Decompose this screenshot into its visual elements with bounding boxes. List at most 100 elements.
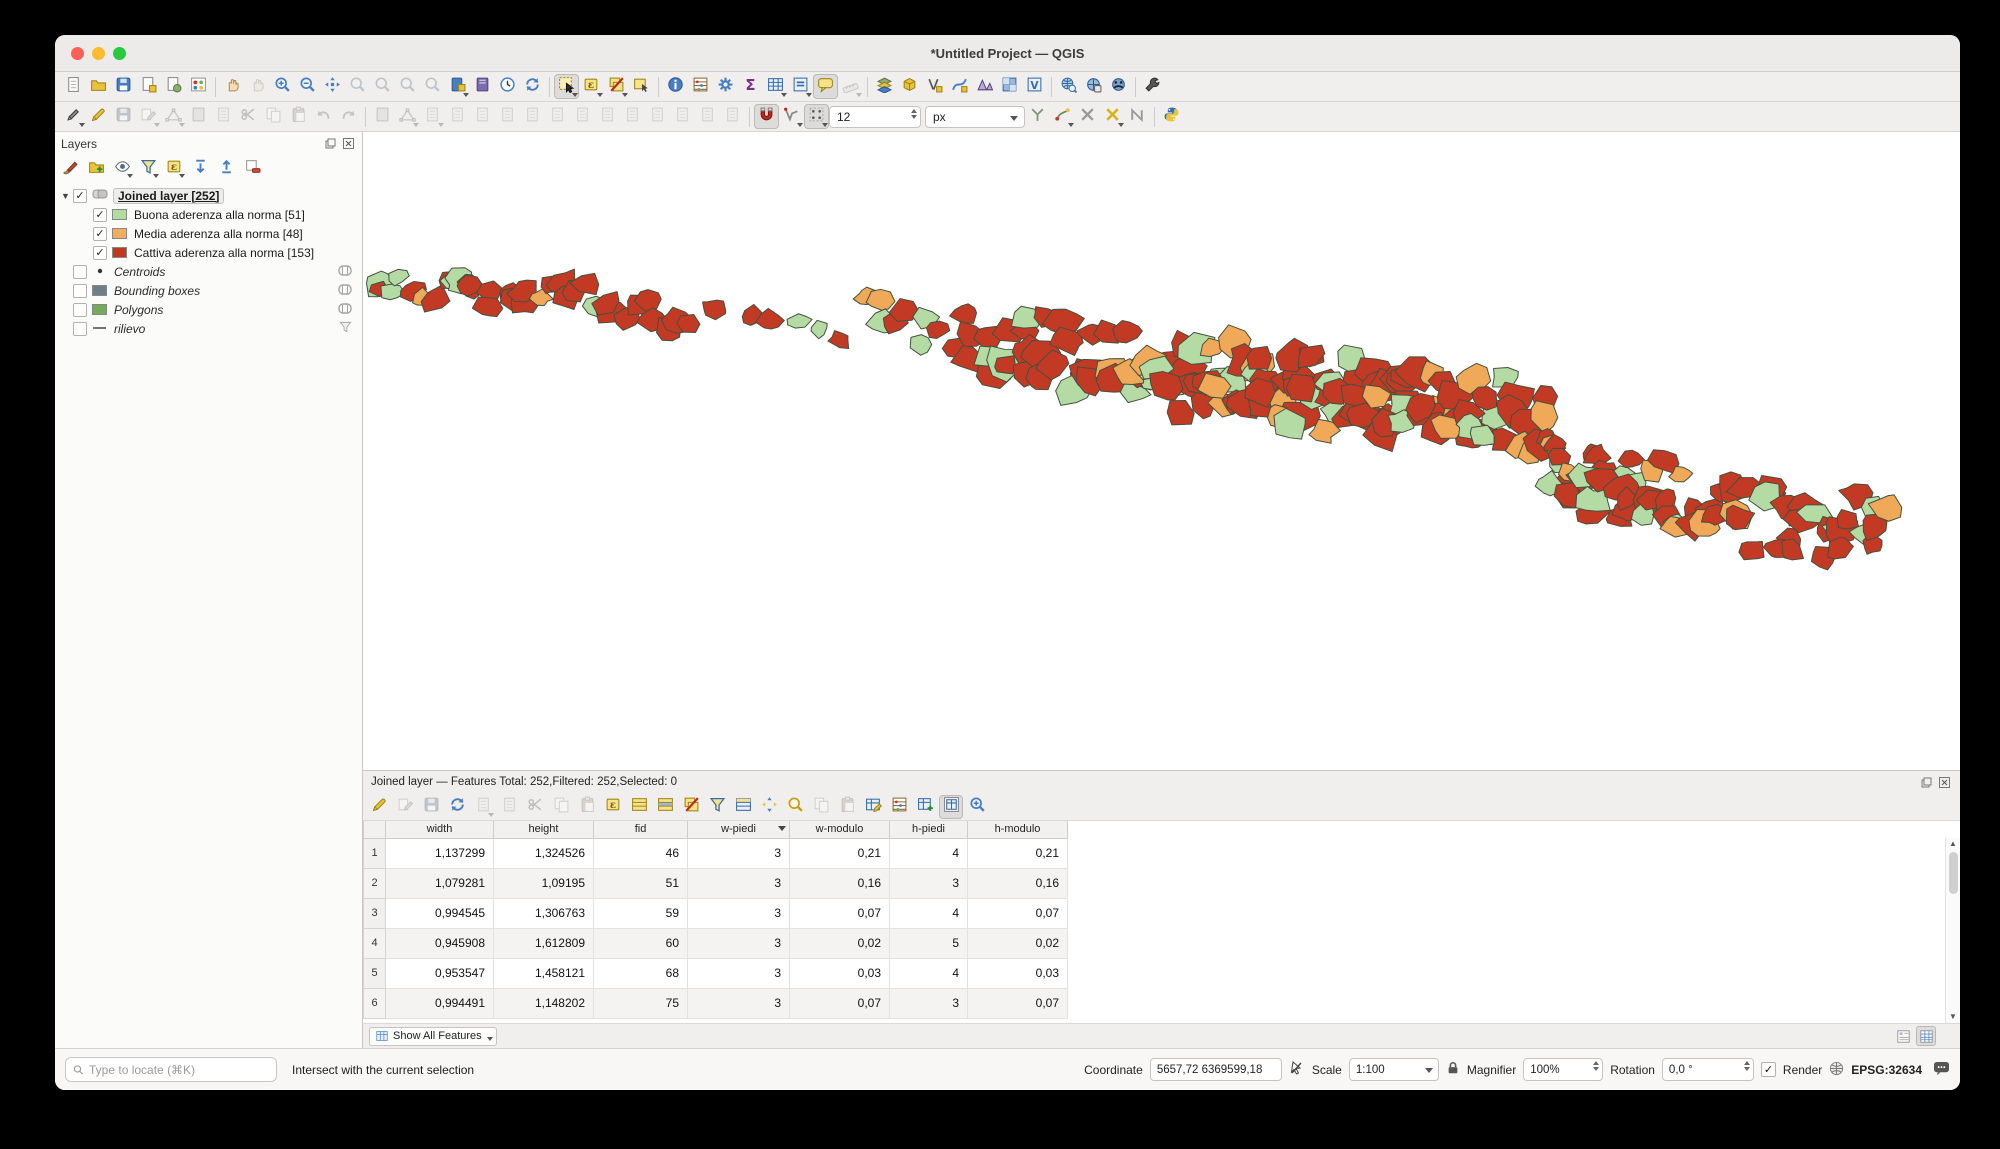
select-by-location-button[interactable]: [629, 74, 654, 99]
dropdown-caret-icon[interactable]: [179, 123, 185, 127]
maximize-window-button[interactable]: [113, 47, 126, 60]
field-calculator-button[interactable]: [788, 74, 813, 99]
collapse-all-button[interactable]: [215, 157, 238, 180]
cell-height[interactable]: 1,09195: [494, 868, 594, 898]
cell-fid[interactable]: 68: [594, 958, 688, 988]
legend-item-class-bad[interactable]: ✓Cattiva aderenza alla norma [153]: [55, 243, 362, 262]
datasource-manager-button[interactable]: [872, 74, 897, 99]
row-number[interactable]: 6: [364, 988, 386, 1018]
show-bookmarks-button[interactable]: [470, 74, 495, 99]
layer-item-centroids[interactable]: Centroids: [55, 262, 362, 281]
title-bar[interactable]: *Untitled Project — QGIS: [55, 35, 1960, 72]
save-project-button[interactable]: [111, 74, 136, 99]
open-project-button[interactable]: [86, 74, 111, 99]
rotation-field[interactable]: [1662, 1058, 1754, 1081]
new-geopackage-layer-button[interactable]: [897, 74, 922, 99]
field-calculator-button[interactable]: [887, 795, 911, 819]
zoom-in-button[interactable]: [270, 74, 295, 99]
cell-height[interactable]: 1,148202: [494, 988, 594, 1018]
row-number[interactable]: 1: [364, 838, 386, 868]
dropdown-caret-icon[interactable]: [488, 813, 494, 817]
temporal-controller-button[interactable]: [495, 74, 520, 99]
extents-toggle-icon[interactable]: [1289, 1060, 1305, 1079]
select-features-button[interactable]: [554, 74, 579, 99]
cell-h-piedi[interactable]: 4: [890, 898, 968, 928]
new-raster-layer-button[interactable]: [997, 74, 1022, 99]
python-console-button[interactable]: [1159, 104, 1184, 129]
remove-layer-button[interactable]: [241, 157, 264, 180]
crs-globe-icon[interactable]: [1829, 1061, 1844, 1079]
magnifier-field[interactable]: [1523, 1058, 1603, 1081]
locator-bar[interactable]: [65, 1057, 277, 1082]
column-header-fid[interactable]: fid: [594, 821, 688, 838]
table-search-button[interactable]: [965, 795, 989, 819]
dropdown-caret-icon[interactable]: [797, 123, 803, 127]
filter-legend-button[interactable]: [137, 157, 160, 180]
close-window-button[interactable]: [71, 47, 84, 60]
processing-toolbox-button[interactable]: [713, 74, 738, 99]
close-panel-icon[interactable]: [341, 136, 356, 151]
cell-width[interactable]: 0,994545: [386, 898, 494, 928]
pan-to-selection-button[interactable]: [757, 795, 781, 819]
dropdown-caret-icon[interactable]: [622, 93, 628, 97]
new-project-button[interactable]: [61, 74, 86, 99]
cell-fid[interactable]: 46: [594, 838, 688, 868]
cell-h-modulo[interactable]: 0,07: [968, 898, 1068, 928]
row-number[interactable]: 2: [364, 868, 386, 898]
layer-checkbox[interactable]: [73, 322, 87, 336]
conditional-formatting-button[interactable]: [861, 795, 885, 819]
coordinate-input[interactable]: [1157, 1064, 1275, 1076]
move-symbol-button[interactable]: [1100, 104, 1125, 129]
memory-layer-indicator-icon[interactable]: [338, 303, 352, 317]
cell-w-piedi[interactable]: 3: [688, 958, 790, 988]
scale-combo[interactable]: [1349, 1058, 1439, 1081]
row-number[interactable]: 3: [364, 898, 386, 928]
column-header-height[interactable]: height: [494, 821, 594, 838]
map-canvas[interactable]: [363, 132, 1960, 770]
table-row[interactable]: 60,9944911,1482027530,0730,07: [364, 988, 1068, 1018]
scroll-up-icon[interactable]: ▲: [1949, 838, 1957, 850]
table-row[interactable]: 50,9535471,4581216830,0340,03: [364, 958, 1068, 988]
crs-status[interactable]: EPSG:32634: [1851, 1063, 1922, 1077]
cell-fid[interactable]: 60: [594, 928, 688, 958]
layer-checkbox[interactable]: [73, 284, 87, 298]
layer-item-joined-layer[interactable]: ▼✓Joined layer [252]: [55, 186, 362, 205]
move-selection-top-button[interactable]: [731, 795, 755, 819]
delete-vertex-button[interactable]: [1075, 104, 1100, 129]
cell-h-modulo[interactable]: 0,03: [968, 958, 1068, 988]
select-by-expression-button[interactable]: ε: [601, 795, 625, 819]
identify-features-button[interactable]: [663, 74, 688, 99]
column-header-width[interactable]: width: [386, 821, 494, 838]
dropdown-caret-icon[interactable]: [822, 123, 828, 127]
cell-h-modulo[interactable]: 0,16: [968, 868, 1068, 898]
close-attribute-panel-icon[interactable]: [1937, 775, 1952, 790]
cell-w-piedi[interactable]: 3: [688, 928, 790, 958]
cell-h-piedi[interactable]: 5: [890, 928, 968, 958]
dropdown-caret-icon[interactable]: [856, 93, 862, 97]
feature-filter-button[interactable]: Show All Features: [369, 1027, 497, 1046]
float-attribute-panel-icon[interactable]: [1919, 775, 1934, 790]
dropdown-caret-icon[interactable]: [413, 123, 419, 127]
current-edits-button[interactable]: [61, 104, 86, 129]
cell-w-modulo[interactable]: 0,16: [790, 868, 890, 898]
cell-height[interactable]: 1,306763: [494, 898, 594, 928]
expand-all-button[interactable]: [189, 157, 212, 180]
plugins-button[interactable]: [1140, 74, 1165, 99]
layer-checkbox[interactable]: ✓: [73, 189, 87, 203]
save-project-as-button[interactable]: [136, 74, 161, 99]
new-mesh-layer-button[interactable]: [972, 74, 997, 99]
cell-h-piedi[interactable]: 4: [890, 958, 968, 988]
cell-w-modulo[interactable]: 0,07: [790, 988, 890, 1018]
snapping-options-button[interactable]: [804, 104, 829, 129]
table-row[interactable]: 40,9459081,6128096030,0250,02: [364, 928, 1068, 958]
cell-h-piedi[interactable]: 4: [890, 838, 968, 868]
map-tips-button[interactable]: [813, 74, 838, 99]
cell-w-modulo[interactable]: 0,21: [790, 838, 890, 868]
scroll-down-icon[interactable]: ▼: [1949, 1011, 1957, 1023]
reload-table-button[interactable]: [445, 795, 469, 819]
cell-w-piedi[interactable]: 3: [688, 988, 790, 1018]
new-virtual-layer-button[interactable]: [947, 74, 972, 99]
toggle-editing-button[interactable]: [367, 795, 391, 819]
avoid-overlap-button[interactable]: [1050, 104, 1075, 129]
cell-w-piedi[interactable]: 3: [688, 868, 790, 898]
